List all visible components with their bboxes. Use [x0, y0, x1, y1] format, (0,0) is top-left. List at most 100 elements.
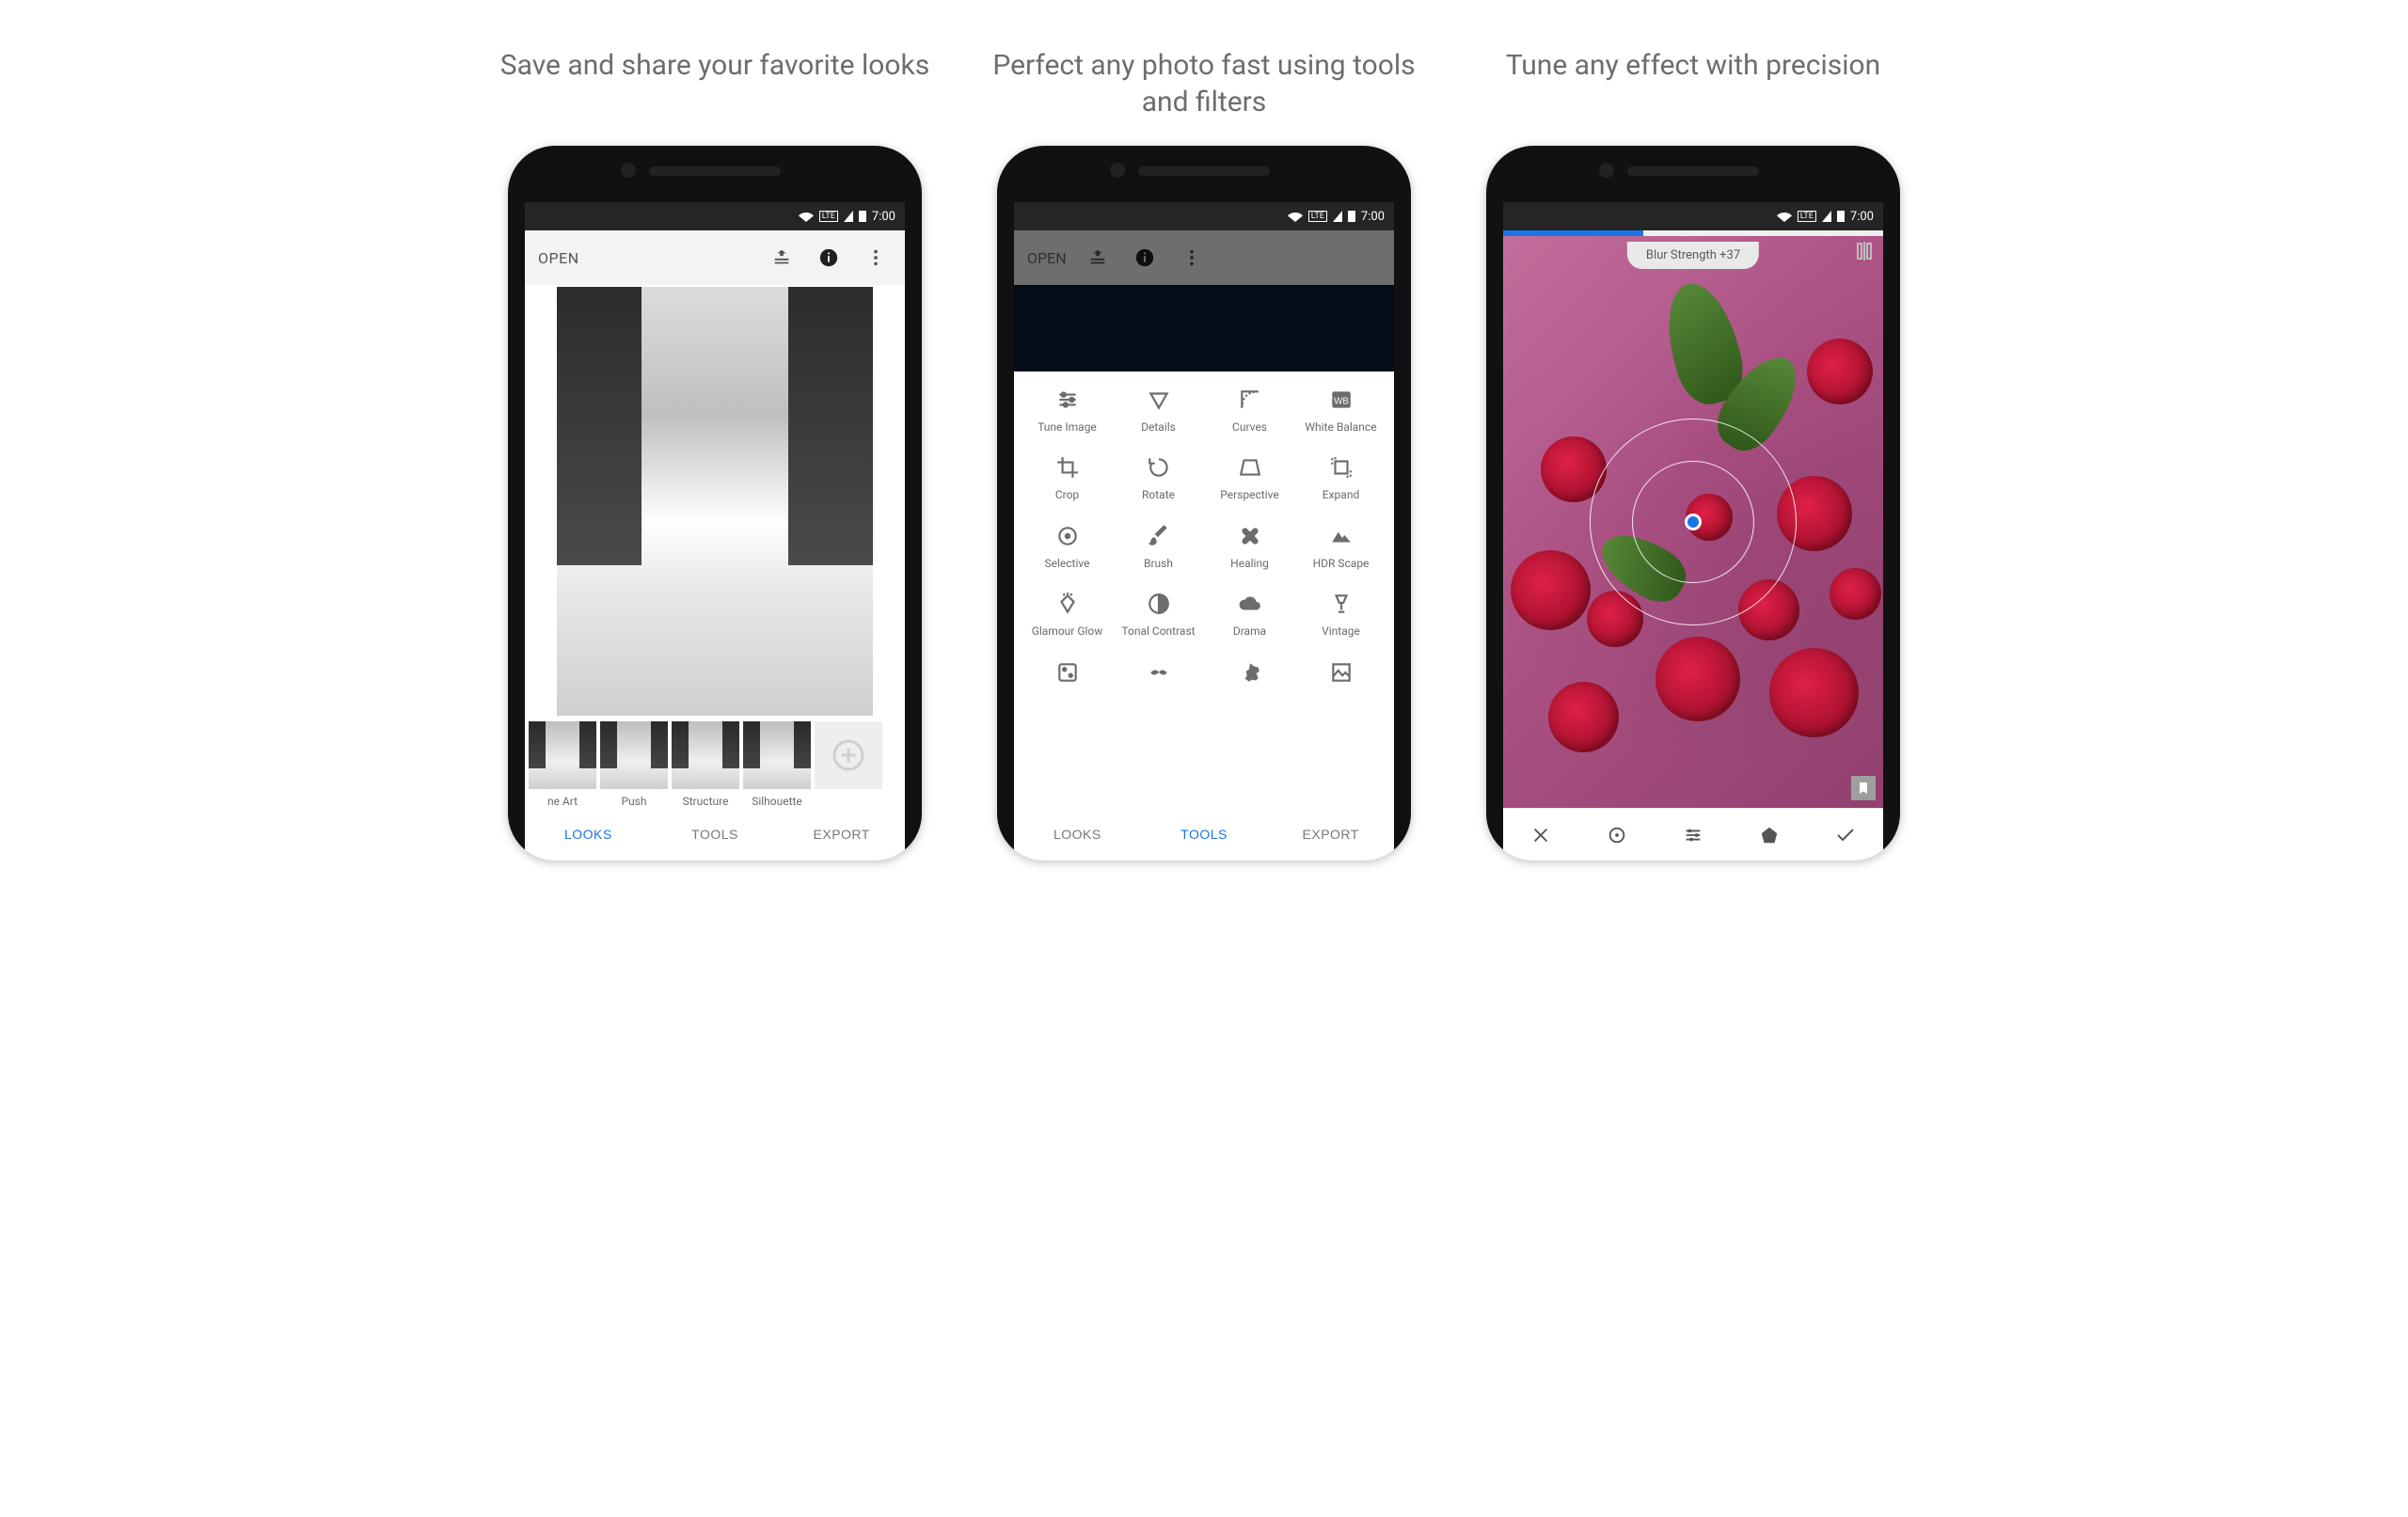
tool-tonal-contrast[interactable]: Tonal Contrast — [1113, 589, 1204, 638]
tool-label: HDR Scape — [1295, 557, 1386, 570]
tab-export[interactable]: EXPORT — [778, 808, 905, 861]
lte-indicator: LTE — [819, 211, 838, 222]
cancel-button[interactable] — [1503, 809, 1579, 861]
undo-stack-icon[interactable] — [766, 242, 798, 274]
clock: 7:00 — [1850, 210, 1874, 224]
cloud-icon — [1204, 589, 1295, 619]
tool-crop[interactable]: Crop — [1022, 452, 1113, 501]
dice-icon — [1022, 657, 1113, 687]
tab-tools[interactable]: TOOLS — [652, 808, 779, 861]
look-thumb[interactable]: Silhouette — [743, 721, 811, 808]
status-bar: LTE 7:00 — [525, 202, 905, 230]
editing-photo[interactable] — [1503, 236, 1883, 808]
look-label: Push — [600, 789, 668, 808]
main-photo[interactable] — [525, 285, 905, 718]
open-button[interactable]: OPEN — [1027, 249, 1067, 267]
tool-extra[interactable] — [1113, 657, 1204, 693]
tool-extra[interactable] — [1022, 657, 1113, 693]
tab-tools[interactable]: TOOLS — [1141, 808, 1268, 861]
promo-panel-2: Perfect any photo fast using tools and f… — [988, 47, 1420, 861]
tool-healing[interactable]: Healing — [1204, 521, 1295, 570]
tool-expand[interactable]: Expand — [1295, 452, 1386, 501]
panel-2-caption: Perfect any photo fast using tools and f… — [988, 47, 1420, 122]
add-look-button[interactable] — [815, 721, 882, 808]
bottom-tabs: LOOKS TOOLS EXPORT — [1014, 808, 1394, 861]
tool-label: Selective — [1022, 557, 1113, 570]
target-icon — [1022, 521, 1113, 551]
compare-icon[interactable] — [1853, 240, 1876, 266]
tool-perspective[interactable]: Perspective — [1204, 452, 1295, 501]
lamp-icon — [1295, 589, 1386, 619]
tool-label: Brush — [1113, 557, 1204, 570]
clock: 7:00 — [872, 210, 895, 224]
moustache-icon — [1113, 657, 1204, 687]
tab-looks[interactable]: LOOKS — [525, 808, 652, 861]
tool-label: Rotate — [1113, 488, 1204, 501]
tool-brush[interactable]: Brush — [1113, 521, 1204, 570]
bookmark-button[interactable] — [1851, 776, 1876, 800]
diamond-glow-icon — [1022, 589, 1113, 619]
tool-extra[interactable] — [1204, 657, 1295, 693]
panel-1-caption: Save and share your favorite looks — [499, 47, 931, 122]
expand-icon — [1295, 452, 1386, 482]
adjust-button[interactable] — [1656, 809, 1732, 861]
tab-looks[interactable]: LOOKS — [1014, 808, 1141, 861]
slider-value-chip: Blur Strength +37 — [1627, 242, 1759, 269]
bottom-tabs: LOOKS TOOLS EXPORT — [525, 808, 905, 861]
tool-label: White Balance — [1295, 420, 1386, 434]
tool-extra[interactable] — [1295, 657, 1386, 693]
shape-button[interactable] — [1731, 809, 1807, 861]
mountains-icon — [1295, 521, 1386, 551]
tool-vintage[interactable]: Vintage — [1295, 589, 1386, 638]
tool-white-balance[interactable]: WB White Balance — [1295, 385, 1386, 434]
undo-stack-icon[interactable] — [1082, 242, 1114, 274]
tool-label: Drama — [1204, 624, 1295, 638]
triangle-down-icon — [1113, 385, 1204, 415]
phone-frame-3: LTE 7:00 Blur Strength +37 — [1486, 146, 1900, 861]
apply-button[interactable] — [1807, 809, 1883, 861]
tool-glamour-glow[interactable]: Glamour Glow — [1022, 589, 1113, 638]
look-thumb[interactable]: Structure — [672, 721, 739, 808]
tool-label: Curves — [1204, 420, 1295, 434]
overflow-menu-icon[interactable] — [860, 242, 892, 274]
image-icon — [1295, 657, 1386, 687]
tool-label: Crop — [1022, 488, 1113, 501]
curves-icon — [1204, 385, 1295, 415]
guitar-icon — [1204, 657, 1295, 687]
clock: 7:00 — [1361, 210, 1385, 224]
bandage-icon — [1204, 521, 1295, 551]
tab-export[interactable]: EXPORT — [1267, 808, 1394, 861]
tool-rotate[interactable]: Rotate — [1113, 452, 1204, 501]
status-bar: LTE 7:00 — [1503, 202, 1883, 230]
look-label: Silhouette — [743, 789, 811, 808]
tool-label: Perspective — [1204, 488, 1295, 501]
lte-indicator: LTE — [1308, 211, 1327, 222]
svg-text:WB: WB — [1334, 396, 1349, 406]
phone-frame-2: LTE 7:00 OPEN Tune Image Details Curv — [997, 146, 1411, 861]
info-icon[interactable] — [1129, 242, 1161, 274]
brush-icon — [1113, 521, 1204, 551]
contrast-icon — [1113, 589, 1204, 619]
tool-label: Expand — [1295, 488, 1386, 501]
tools-sheet: Tune Image Details Curves WB White Balanc… — [1014, 371, 1394, 808]
look-thumb[interactable]: Push — [600, 721, 668, 808]
tool-selective[interactable]: Selective — [1022, 521, 1113, 570]
overflow-menu-icon[interactable] — [1176, 242, 1208, 274]
wb-icon: WB — [1295, 385, 1386, 415]
tool-hdr-scape[interactable]: HDR Scape — [1295, 521, 1386, 570]
tool-label: Details — [1113, 420, 1204, 434]
look-label: ne Art — [529, 789, 596, 808]
tool-drama[interactable]: Drama — [1204, 589, 1295, 638]
tool-label: Healing — [1204, 557, 1295, 570]
tool-curves[interactable]: Curves — [1204, 385, 1295, 434]
tool-tune-image[interactable]: Tune Image — [1022, 385, 1113, 434]
open-button[interactable]: OPEN — [538, 249, 751, 267]
edit-action-bar — [1503, 808, 1883, 861]
perspective-icon — [1204, 452, 1295, 482]
focus-mode-button[interactable] — [1579, 809, 1656, 861]
look-thumb[interactable]: ne Art — [529, 721, 596, 808]
tool-label: Glamour Glow — [1022, 624, 1113, 638]
tool-details[interactable]: Details — [1113, 385, 1204, 434]
crop-icon — [1022, 452, 1113, 482]
info-icon[interactable] — [813, 242, 845, 274]
